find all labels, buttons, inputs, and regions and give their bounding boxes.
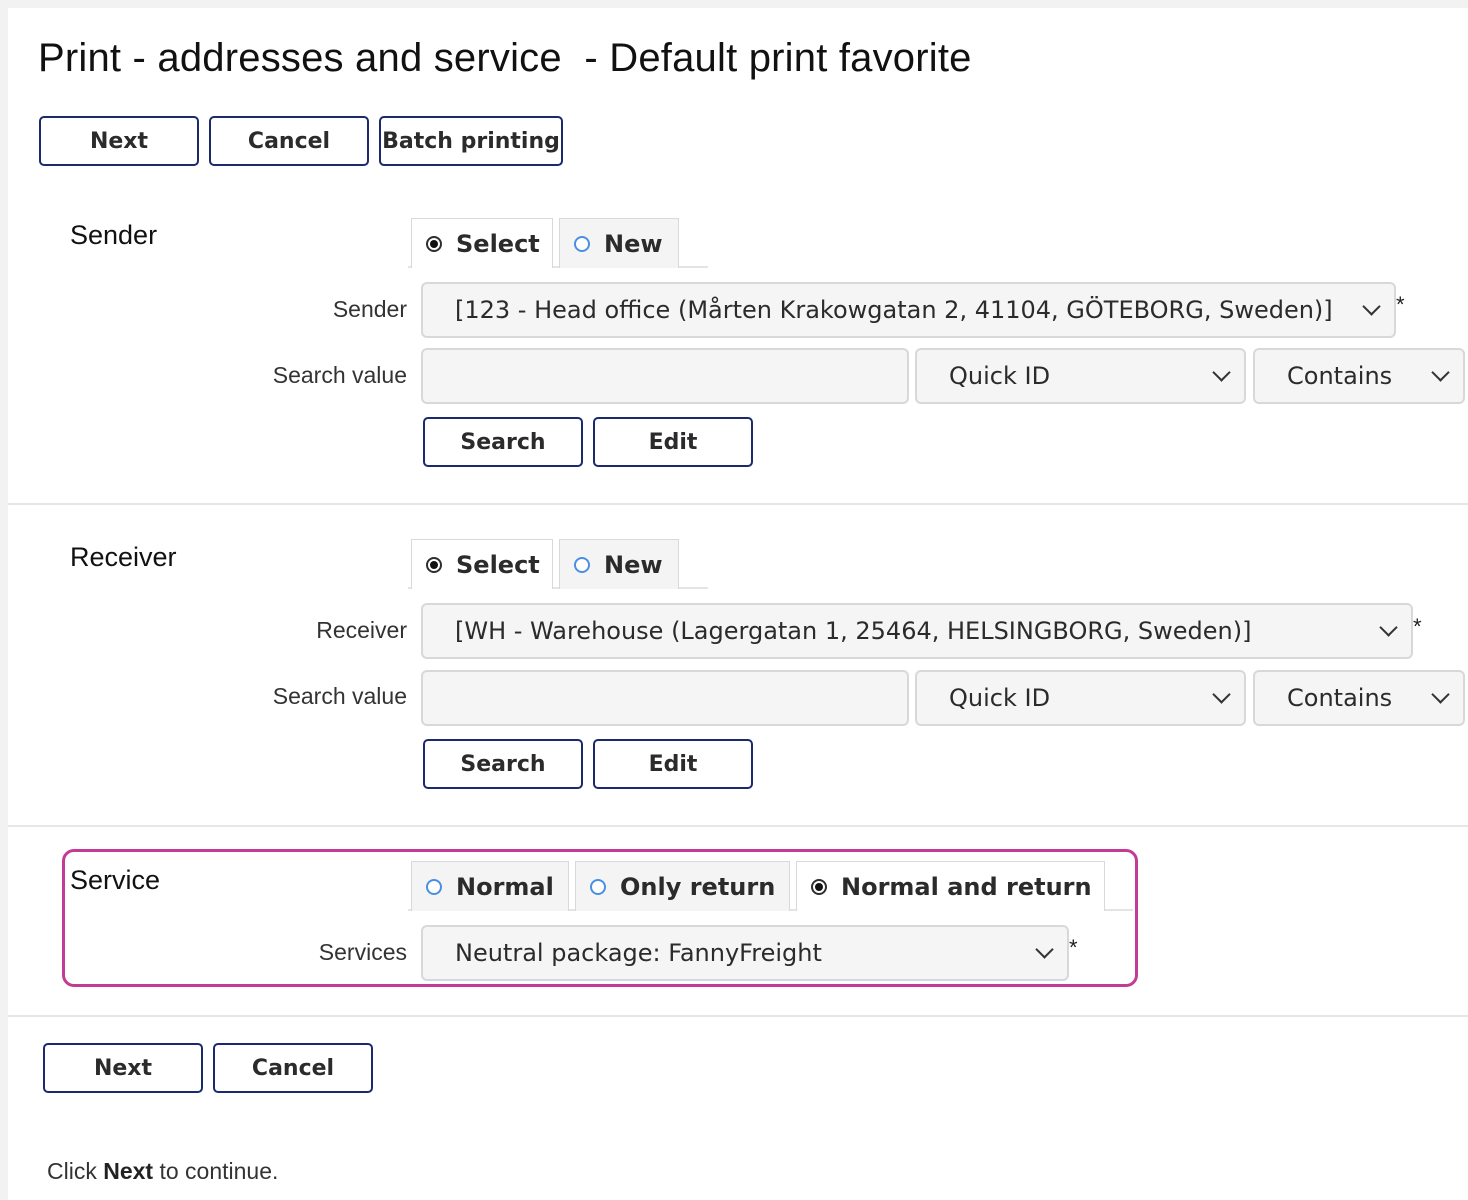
radio-selected-icon	[426, 556, 442, 573]
section-divider	[8, 503, 1468, 505]
sender-edit-button[interactable]: Edit	[593, 417, 753, 467]
receiver-search-field-value: Quick ID	[949, 684, 1051, 712]
section-divider	[8, 825, 1468, 827]
chevron-down-icon	[1035, 940, 1054, 959]
services-field-label: Services	[318, 939, 407, 965]
sender-search-field-select[interactable]: Quick ID	[915, 348, 1246, 404]
required-marker: *	[1413, 614, 1422, 639]
receiver-select[interactable]: [WH - Warehouse (Lagergatan 1, 25464, HE…	[421, 603, 1413, 659]
chevron-down-icon	[1431, 363, 1450, 382]
page-title: Print - addresses and service - Default …	[38, 36, 972, 80]
radio-selected-icon	[811, 878, 827, 895]
service-tab-normal-and-return-label: Normal and return	[841, 872, 1092, 901]
receiver-tab-new-label: New	[604, 550, 663, 579]
receiver-search-button[interactable]: Search	[423, 739, 583, 789]
receiver-edit-button[interactable]: Edit	[593, 739, 753, 789]
chevron-down-icon	[1212, 363, 1231, 382]
sender-tab-select[interactable]: Select	[411, 218, 553, 268]
radio-unselected-icon	[574, 235, 590, 252]
footer-suffix: to continue.	[153, 1158, 279, 1184]
service-tab-normal-and-return[interactable]: Normal and return	[796, 861, 1105, 911]
chevron-down-icon	[1212, 685, 1231, 704]
chevron-down-icon	[1431, 685, 1450, 704]
sender-tab-new-label: New	[604, 229, 663, 258]
receiver-search-match-select[interactable]: Contains	[1253, 670, 1465, 726]
radio-unselected-icon	[426, 878, 442, 895]
sender-search-match-select[interactable]: Contains	[1253, 348, 1465, 404]
sender-select-value: [123 - Head office (Mårten Krakowgatan 2…	[455, 296, 1333, 324]
chevron-down-icon	[1379, 618, 1398, 637]
service-tab-only-return-label: Only return	[620, 872, 776, 901]
radio-selected-icon	[426, 235, 442, 252]
radio-unselected-icon	[590, 878, 606, 895]
radio-unselected-icon	[574, 556, 590, 573]
batch-printing-button[interactable]: Batch printing	[379, 116, 563, 166]
service-tab-normal[interactable]: Normal	[411, 861, 569, 911]
receiver-tab-select[interactable]: Select	[411, 539, 553, 589]
sender-search-match-value: Contains	[1287, 362, 1393, 390]
services-select-value: Neutral package: FannyFreight	[455, 939, 822, 967]
section-divider	[8, 1015, 1468, 1017]
receiver-search-label: Search value	[272, 683, 407, 709]
receiver-select-value: [WH - Warehouse (Lagergatan 1, 25464, HE…	[455, 617, 1252, 645]
cancel-button-bottom[interactable]: Cancel	[213, 1043, 373, 1093]
receiver-search-input[interactable]	[421, 670, 909, 726]
service-section-label: Service	[70, 865, 161, 895]
footer-next-emphasis: Next	[103, 1158, 154, 1184]
sender-search-button[interactable]: Search	[423, 417, 583, 467]
receiver-search-field-select[interactable]: Quick ID	[915, 670, 1246, 726]
receiver-field-label: Receiver	[316, 617, 407, 643]
receiver-tab-new[interactable]: New	[559, 539, 679, 589]
sender-tab-select-label: Select	[456, 229, 540, 258]
next-button-bottom[interactable]: Next	[43, 1043, 203, 1093]
chevron-down-icon	[1362, 297, 1381, 316]
service-tab-only-return[interactable]: Only return	[575, 861, 790, 911]
next-button-top[interactable]: Next	[39, 116, 199, 166]
service-tab-normal-label: Normal	[456, 872, 554, 901]
sender-search-field-value: Quick ID	[949, 362, 1051, 390]
required-marker: *	[1069, 935, 1078, 960]
sender-field-label: Sender	[332, 296, 407, 322]
footer-prefix: Click	[47, 1158, 104, 1184]
services-select[interactable]: Neutral package: FannyFreight	[421, 925, 1069, 981]
sender-section-label: Sender	[70, 220, 158, 250]
required-marker: *	[1396, 292, 1405, 317]
receiver-search-match-value: Contains	[1287, 684, 1393, 712]
cancel-button-top[interactable]: Cancel	[209, 116, 369, 166]
receiver-tab-select-label: Select	[456, 550, 540, 579]
footer-hint: Click Next to continue.	[47, 1158, 278, 1185]
sender-search-input[interactable]	[421, 348, 909, 404]
receiver-section-label: Receiver	[70, 542, 177, 572]
sender-tab-new[interactable]: New	[559, 218, 679, 268]
sender-search-label: Search value	[272, 362, 407, 388]
sender-select[interactable]: [123 - Head office (Mårten Krakowgatan 2…	[421, 282, 1396, 338]
